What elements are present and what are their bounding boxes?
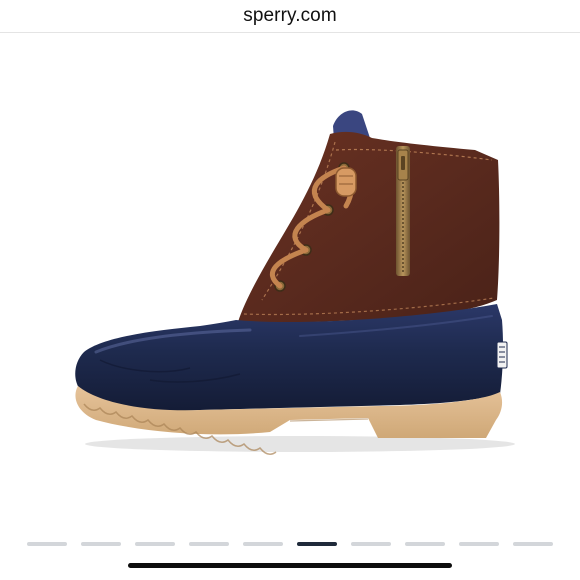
browser-address-bar[interactable]: sperry.com bbox=[0, 0, 580, 33]
lace-barrel bbox=[335, 167, 357, 197]
floor-shadow bbox=[85, 436, 515, 452]
carousel-dot[interactable] bbox=[135, 542, 175, 546]
brand-tag bbox=[496, 341, 508, 369]
carousel-dot[interactable] bbox=[243, 542, 283, 546]
carousel-dot[interactable] bbox=[405, 542, 445, 546]
home-indicator[interactable] bbox=[128, 563, 452, 568]
leather-upper bbox=[238, 131, 500, 323]
carousel-dot[interactable] bbox=[513, 542, 553, 546]
carousel-dot[interactable] bbox=[189, 542, 229, 546]
product-page: sperry.com bbox=[0, 0, 580, 580]
carousel-dot[interactable] bbox=[81, 542, 121, 546]
carousel-dot[interactable] bbox=[459, 542, 499, 546]
address-url[interactable]: sperry.com bbox=[243, 6, 337, 25]
carousel-indicator[interactable] bbox=[0, 542, 580, 548]
carousel-dot[interactable] bbox=[27, 542, 67, 546]
carousel-dot[interactable] bbox=[351, 542, 391, 546]
product-image[interactable] bbox=[0, 33, 580, 513]
carousel-dot[interactable] bbox=[297, 542, 337, 546]
